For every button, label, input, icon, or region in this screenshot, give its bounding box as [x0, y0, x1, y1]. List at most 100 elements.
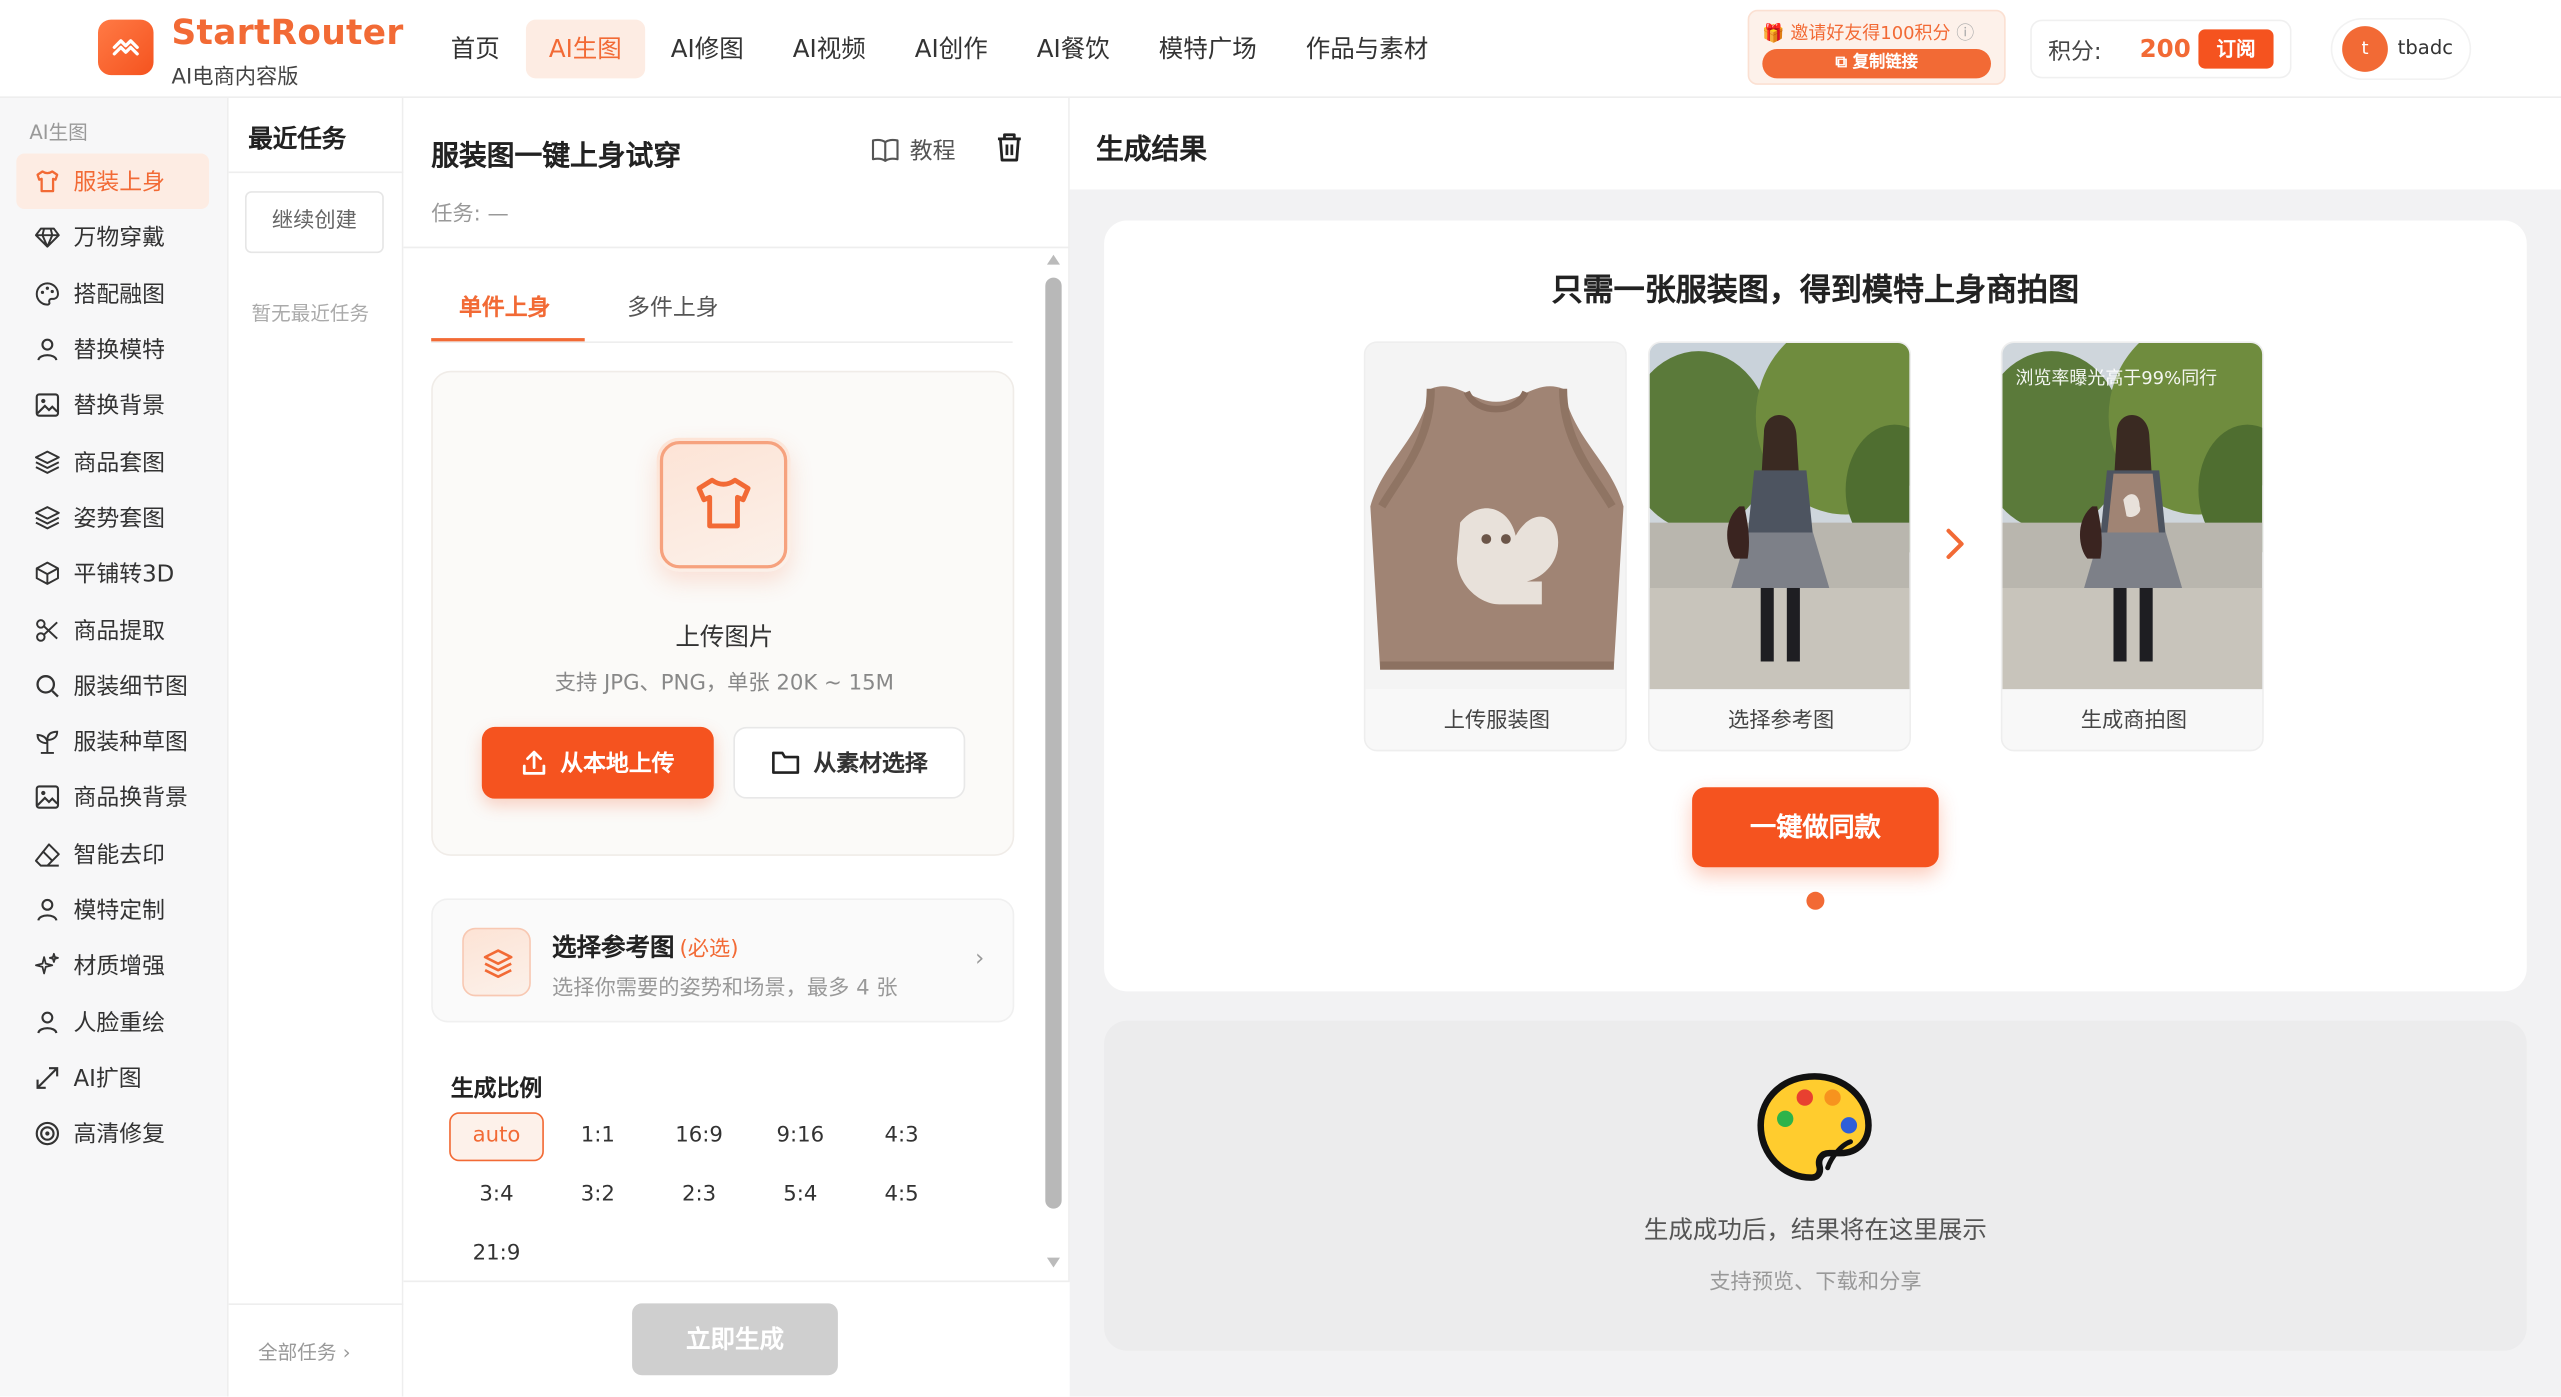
upload-title: 上传图片	[675, 622, 774, 652]
upload-hint: 支持 JPG、PNG，单张 20K ~ 15M	[554, 671, 894, 696]
folder-icon	[772, 751, 800, 774]
username: tbadc	[2397, 35, 2454, 59]
upload-dropzone[interactable]: 上传图片 支持 JPG、PNG，单张 20K ~ 15M 从本地上传 从素材选择	[431, 370, 1015, 856]
nav-model-square[interactable]: 模特广场	[1136, 20, 1280, 79]
sidebar-item-clothing-seeding[interactable]: 服装种草图	[16, 714, 209, 770]
divider	[403, 246, 1070, 249]
sidebar-item-face-redraw[interactable]: 人脸重绘	[16, 994, 209, 1050]
tutorial-label: 教程	[909, 138, 956, 165]
example-card: 只需一张服装图，得到模特上身商拍图 上传服装图 选择参考图 浏览率曝光高于99%…	[1104, 220, 2527, 992]
sidebar-item-label: 万物穿戴	[73, 226, 165, 253]
sidebar-item-clothing-on-body[interactable]: 服装上身	[16, 153, 210, 210]
nav-ai-create[interactable]: AI创作	[892, 20, 1011, 79]
points-label: 积分:	[2048, 39, 2102, 66]
config-panel: 服装图一键上身试穿 教程 任务: — 单件上身 多件上身 上传图片 支持 JPG…	[403, 97, 1070, 1397]
logo-icon[interactable]	[97, 19, 154, 76]
info-icon[interactable]: ⓘ	[1956, 23, 1974, 44]
sidebar-item-label: 模特定制	[73, 898, 165, 925]
ratio-option-5-4[interactable]: 5:4	[753, 1171, 848, 1220]
ratio-option-16-9[interactable]: 16:9	[652, 1112, 747, 1161]
cube-icon	[33, 559, 62, 588]
nav-ai-retouch[interactable]: AI修图	[648, 20, 767, 79]
scrollbar[interactable]	[1044, 254, 1064, 1274]
brand-name[interactable]: StartRouter	[171, 13, 403, 52]
copy-link-button[interactable]: ⧉ 复制链接	[1762, 48, 1991, 79]
tab-indicator	[431, 338, 585, 342]
reference-hint: 选择你需要的姿势和场景，最多 4 张	[552, 976, 898, 1002]
nav-home[interactable]: 首页	[428, 20, 523, 79]
no-recent-text: 暂无最近任务	[251, 302, 370, 326]
example-upload-thumb: 上传服装图	[1363, 341, 1627, 752]
diamond-icon	[33, 223, 62, 252]
sidebar-item-label: 人脸重绘	[73, 1010, 165, 1037]
upload-local-label: 从本地上传	[560, 751, 675, 778]
empty-result-subtitle: 支持预览、下载和分享	[1709, 1270, 1922, 1296]
ratio-option-3-2[interactable]: 3:2	[550, 1171, 645, 1220]
user-menu[interactable]: t tbadc	[2332, 19, 2470, 79]
sidebar-item-clothing-detail[interactable]: 服装细节图	[16, 658, 209, 714]
ratio-option-21-9[interactable]: 21:9	[449, 1230, 544, 1279]
nav-works-assets[interactable]: 作品与素材	[1283, 20, 1451, 79]
ratio-option-4-3[interactable]: 4:3	[854, 1112, 949, 1161]
mode-tabs: 单件上身 多件上身	[431, 278, 1013, 343]
image-icon	[33, 391, 62, 420]
layers-icon	[462, 927, 531, 997]
sidebar-item-ai-expand[interactable]: AI扩图	[16, 1050, 209, 1106]
tool-sidebar: AI生图 服装上身 万物穿戴 搭配融图 替换模特 替换背景 商品套图 姿势套图 …	[0, 97, 229, 1397]
top-header: StartRouter AI电商内容版 首页 AI生图 AI修图 AI视频 AI…	[0, 0, 2561, 98]
reference-selector[interactable]: 选择参考图 (必选) 选择你需要的姿势和场景，最多 4 张 ›	[431, 898, 1015, 1023]
tab-multi[interactable]: 多件上身	[627, 291, 718, 324]
generated-photo-image	[2002, 342, 2263, 690]
upload-local-button[interactable]: 从本地上传	[481, 726, 714, 799]
caption-generated: 生成商拍图	[2002, 689, 2263, 750]
eraser-icon	[33, 839, 62, 868]
tutorial-link[interactable]: 教程	[871, 134, 956, 167]
target-icon	[33, 1119, 62, 1148]
sidebar-item-label: 商品提取	[73, 618, 165, 645]
sidebar-item-hd-restore[interactable]: 高清修复	[16, 1106, 209, 1162]
sidebar-item-pose-set[interactable]: 姿势套图	[16, 490, 209, 546]
scroll-up-arrow[interactable]	[1046, 254, 1061, 265]
ratio-option-auto[interactable]: auto	[449, 1112, 544, 1162]
sidebar-item-material-enhance[interactable]: 材质增强	[16, 938, 209, 994]
sidebar-item-smart-remove[interactable]: 智能去印	[16, 826, 209, 882]
sidebar-item-model-custom[interactable]: 模特定制	[16, 882, 209, 938]
sidebar-item-product-background[interactable]: 商品换背景	[16, 770, 209, 826]
ratio-option-4-5[interactable]: 4:5	[854, 1171, 949, 1220]
sidebar-item-label: AI扩图	[73, 1066, 142, 1093]
carousel-dot[interactable]	[1806, 891, 1825, 910]
ratio-option-9-16[interactable]: 9:16	[753, 1112, 848, 1161]
sidebar-item-label: 商品换背景	[73, 786, 188, 813]
sidebar-item-match-blend[interactable]: 搭配融图	[16, 266, 209, 322]
person-icon	[33, 1007, 62, 1036]
avatar: t	[2342, 26, 2388, 72]
nav-ai-image[interactable]: AI生图	[525, 19, 645, 79]
page-title: 服装图一键上身试穿	[431, 140, 682, 174]
nav-ai-video[interactable]: AI视频	[770, 20, 889, 79]
sidebar-item-product-set[interactable]: 商品套图	[16, 434, 209, 490]
sidebar-item-flat-to-3d[interactable]: 平铺转3D	[16, 546, 209, 602]
result-header: 生成结果	[1069, 97, 2561, 190]
tab-single[interactable]: 单件上身	[459, 291, 550, 324]
invite-label: 邀请好友得100积分	[1790, 22, 1951, 45]
subscribe-button[interactable]: 订阅	[2198, 29, 2274, 69]
ratio-option-2-3[interactable]: 2:3	[652, 1171, 747, 1220]
sidebar-item-product-extract[interactable]: 商品提取	[16, 602, 209, 658]
sidebar-item-wear-anything[interactable]: 万物穿戴	[16, 210, 209, 266]
sidebar-item-replace-model[interactable]: 替换模特	[16, 322, 209, 378]
ratio-option-1-1[interactable]: 1:1	[550, 1112, 645, 1161]
generate-button[interactable]: 立即生成	[632, 1303, 838, 1376]
select-from-assets-button[interactable]: 从素材选择	[733, 726, 966, 799]
points-widget: 积分: 200 订阅	[2031, 21, 2290, 77]
scroll-thumb[interactable]	[1045, 277, 1062, 1209]
continue-create-button[interactable]: 继续创建	[244, 191, 384, 254]
scroll-down-arrow[interactable]	[1046, 1257, 1061, 1268]
nav-ai-food[interactable]: AI餐饮	[1014, 20, 1133, 79]
person-icon	[33, 895, 62, 924]
sidebar-item-replace-background[interactable]: 替换背景	[16, 378, 209, 434]
trash-icon[interactable]	[995, 131, 1024, 170]
all-tasks-link[interactable]: 全部任务 ›	[258, 1338, 350, 1366]
make-same-button[interactable]: 一键做同款	[1692, 787, 1939, 868]
ratio-option-3-4[interactable]: 3:4	[449, 1171, 544, 1220]
palette-icon	[1756, 1070, 1874, 1194]
